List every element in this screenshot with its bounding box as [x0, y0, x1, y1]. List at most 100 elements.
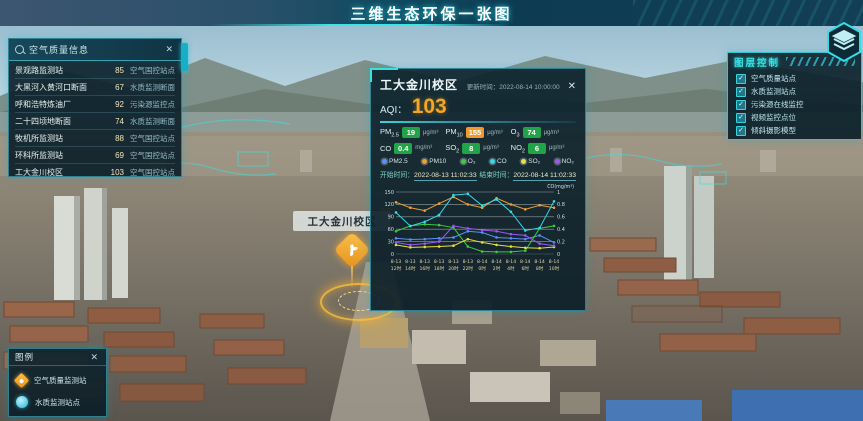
series-legend-item[interactable]: CO	[490, 158, 507, 165]
svg-text:14时: 14时	[405, 265, 416, 272]
pollutant-name: PM10	[445, 127, 462, 139]
station-row[interactable]: 环科所监测站69空气国控站点	[15, 147, 175, 164]
legend-panel-close-icon[interactable]: ✕	[88, 352, 100, 363]
series-legend-item[interactable]: NO₂	[555, 158, 574, 165]
pollutant-unit: mg/m³	[415, 145, 432, 151]
pollutant-name: PM2.5	[380, 127, 399, 139]
checkbox-icon[interactable]: ✓	[736, 113, 746, 123]
series-legend-item[interactable]: SO₂	[521, 158, 540, 165]
start-time-label: 开始时间：	[380, 172, 414, 179]
legend-item-label: 水质监测站点	[35, 397, 80, 408]
legend-item: 水质监测站点	[16, 391, 99, 413]
series-legend-label: PM10	[429, 158, 446, 165]
checkbox-icon[interactable]: ✓	[736, 126, 746, 136]
layer-item[interactable]: ✓水质监测站点	[736, 85, 853, 98]
series-legend: PM2.5 PM10 O₃ CO SO₂ NO₂	[380, 158, 576, 165]
svg-text:16时: 16时	[420, 265, 431, 272]
layer-item[interactable]: ✓倾斜摄影模型	[736, 124, 853, 137]
station-desc: 空气国控站点	[130, 65, 175, 76]
popup-close-icon[interactable]: ✕	[568, 81, 576, 92]
svg-text:8-13: 8-13	[434, 259, 445, 265]
series-legend-item[interactable]: PM2.5	[382, 158, 408, 165]
station-row[interactable]: 景观路监测站85空气国控站点	[15, 62, 175, 79]
pollutant-name: SO2	[445, 143, 459, 155]
start-time-group[interactable]: 开始时间：2022-08-13 11:02:33	[380, 169, 477, 179]
pollutant-unit: μg/m³	[483, 145, 498, 151]
series-legend-item[interactable]: PM10	[422, 158, 446, 165]
station-name: 二十四顷地断面	[15, 116, 102, 127]
pollutant-value-badge: 6	[528, 143, 546, 154]
svg-text:8-13: 8-13	[420, 259, 431, 265]
pollutant-cell: NO26μg/m³	[511, 143, 576, 155]
station-list-panel: 空气质量信息 ✕ 景观路监测站85空气国控站点大黑河入黄河口断面67水质监测断面…	[8, 38, 182, 177]
svg-text:0: 0	[557, 252, 560, 258]
pollutant-value-badge: 19	[402, 127, 420, 138]
popup-title: 工大金川校区	[380, 76, 458, 93]
station-row[interactable]: 工大金川校区103空气国控站点	[15, 164, 175, 180]
svg-text:8-14: 8-14	[477, 259, 488, 265]
start-time-input[interactable]: 2022-08-13 11:02:33	[414, 172, 477, 181]
aqi-label: AQI：	[380, 105, 407, 116]
pollutant-unit: μg/m³	[544, 130, 559, 136]
station-row[interactable]: 呼和浩特炼油厂92污染源监控点	[15, 96, 175, 113]
station-value: 74	[102, 117, 124, 126]
panel-collapse-tab[interactable]	[181, 43, 188, 71]
pollutant-unit: μg/m³	[549, 145, 564, 151]
pollutant-name: O3	[511, 127, 520, 139]
layer-item[interactable]: ✓空气质量站点	[736, 72, 853, 85]
header-bar: 三维生态环保一张图	[0, 0, 863, 26]
svg-text:8-14: 8-14	[549, 259, 560, 265]
station-list-close-icon[interactable]: ✕	[163, 44, 175, 55]
end-time-group[interactable]: 结束时间：2022-08-14 11:02:33	[479, 169, 576, 179]
svg-text:8-13: 8-13	[448, 259, 459, 265]
end-time-input[interactable]: 2022-08-14 11:02:33	[513, 172, 576, 181]
pollutant-chart: 030609012015000.20.40.60.81CO(mg/m³)8-13…	[380, 182, 576, 282]
svg-text:8-14: 8-14	[520, 259, 531, 265]
svg-text:90: 90	[388, 215, 394, 221]
svg-text:30: 30	[388, 239, 394, 245]
update-time-value: 2022-08-14 10:00:00	[499, 84, 559, 91]
series-legend-label: PM2.5	[389, 158, 408, 165]
station-name: 工大金川校区	[15, 167, 102, 178]
station-row[interactable]: 大黑河入黄河口断面67水质监测断面	[15, 79, 175, 96]
pollutant-name: NO2	[511, 143, 525, 155]
svg-text:10时: 10时	[549, 265, 560, 272]
svg-text:0.4: 0.4	[557, 227, 565, 233]
chart-container: 030609012015000.20.40.60.81CO(mg/m³)8-13…	[380, 182, 576, 287]
layer-panel-title: 图层控制	[734, 55, 780, 69]
station-row[interactable]: 二十四顷地断面74水质监测断面	[15, 113, 175, 130]
checkbox-icon[interactable]: ✓	[736, 87, 746, 97]
layer-items: ✓空气质量站点✓水质监测站点✓污染源在线监控✓视频监控点位✓倾斜摄影模型	[728, 70, 861, 139]
legend-item: 空气质量监测站	[16, 369, 99, 391]
station-desc: 空气国控站点	[130, 167, 175, 178]
layer-item[interactable]: ✓视频监控点位	[736, 111, 853, 124]
layer-control-panel: 图层控制 ✓空气质量站点✓水质监测站点✓污染源在线监控✓视频监控点位✓倾斜摄影模…	[727, 52, 862, 140]
update-time-label: 更新时间：	[467, 84, 500, 91]
svg-text:8-14: 8-14	[506, 259, 517, 265]
layer-item[interactable]: ✓污染源在线监控	[736, 98, 853, 111]
svg-text:8-13: 8-13	[405, 259, 416, 265]
svg-text:8-13: 8-13	[391, 259, 402, 265]
svg-text:0: 0	[391, 252, 394, 258]
svg-text:CO(mg/m³): CO(mg/m³)	[547, 184, 574, 190]
end-time-label: 结束时间：	[479, 172, 513, 179]
station-name: 环科所监测站	[15, 150, 102, 161]
svg-text:12时: 12时	[391, 265, 402, 272]
station-row[interactable]: 牧机所监测站88空气国控站点	[15, 130, 175, 147]
checkbox-icon[interactable]: ✓	[736, 100, 746, 110]
svg-text:120: 120	[384, 202, 394, 208]
legend-dot-icon	[521, 159, 526, 164]
search-icon[interactable]	[15, 45, 24, 54]
series-legend-item[interactable]: O₃	[461, 158, 476, 165]
station-list-header: 空气质量信息 ✕	[9, 39, 181, 61]
layers-hexagon-icon[interactable]	[826, 22, 862, 62]
checkbox-icon[interactable]: ✓	[736, 74, 746, 84]
pollutant-cell: O374μg/m³	[511, 127, 576, 139]
air-station-icon	[14, 372, 30, 388]
svg-text:18时: 18时	[434, 265, 445, 272]
svg-text:8-14: 8-14	[491, 259, 502, 265]
station-desc: 空气国控站点	[130, 150, 175, 161]
aqi-value: 103	[412, 95, 447, 118]
pollutant-unit: μg/m³	[423, 130, 438, 136]
station-list-title: 空气质量信息	[29, 43, 163, 56]
